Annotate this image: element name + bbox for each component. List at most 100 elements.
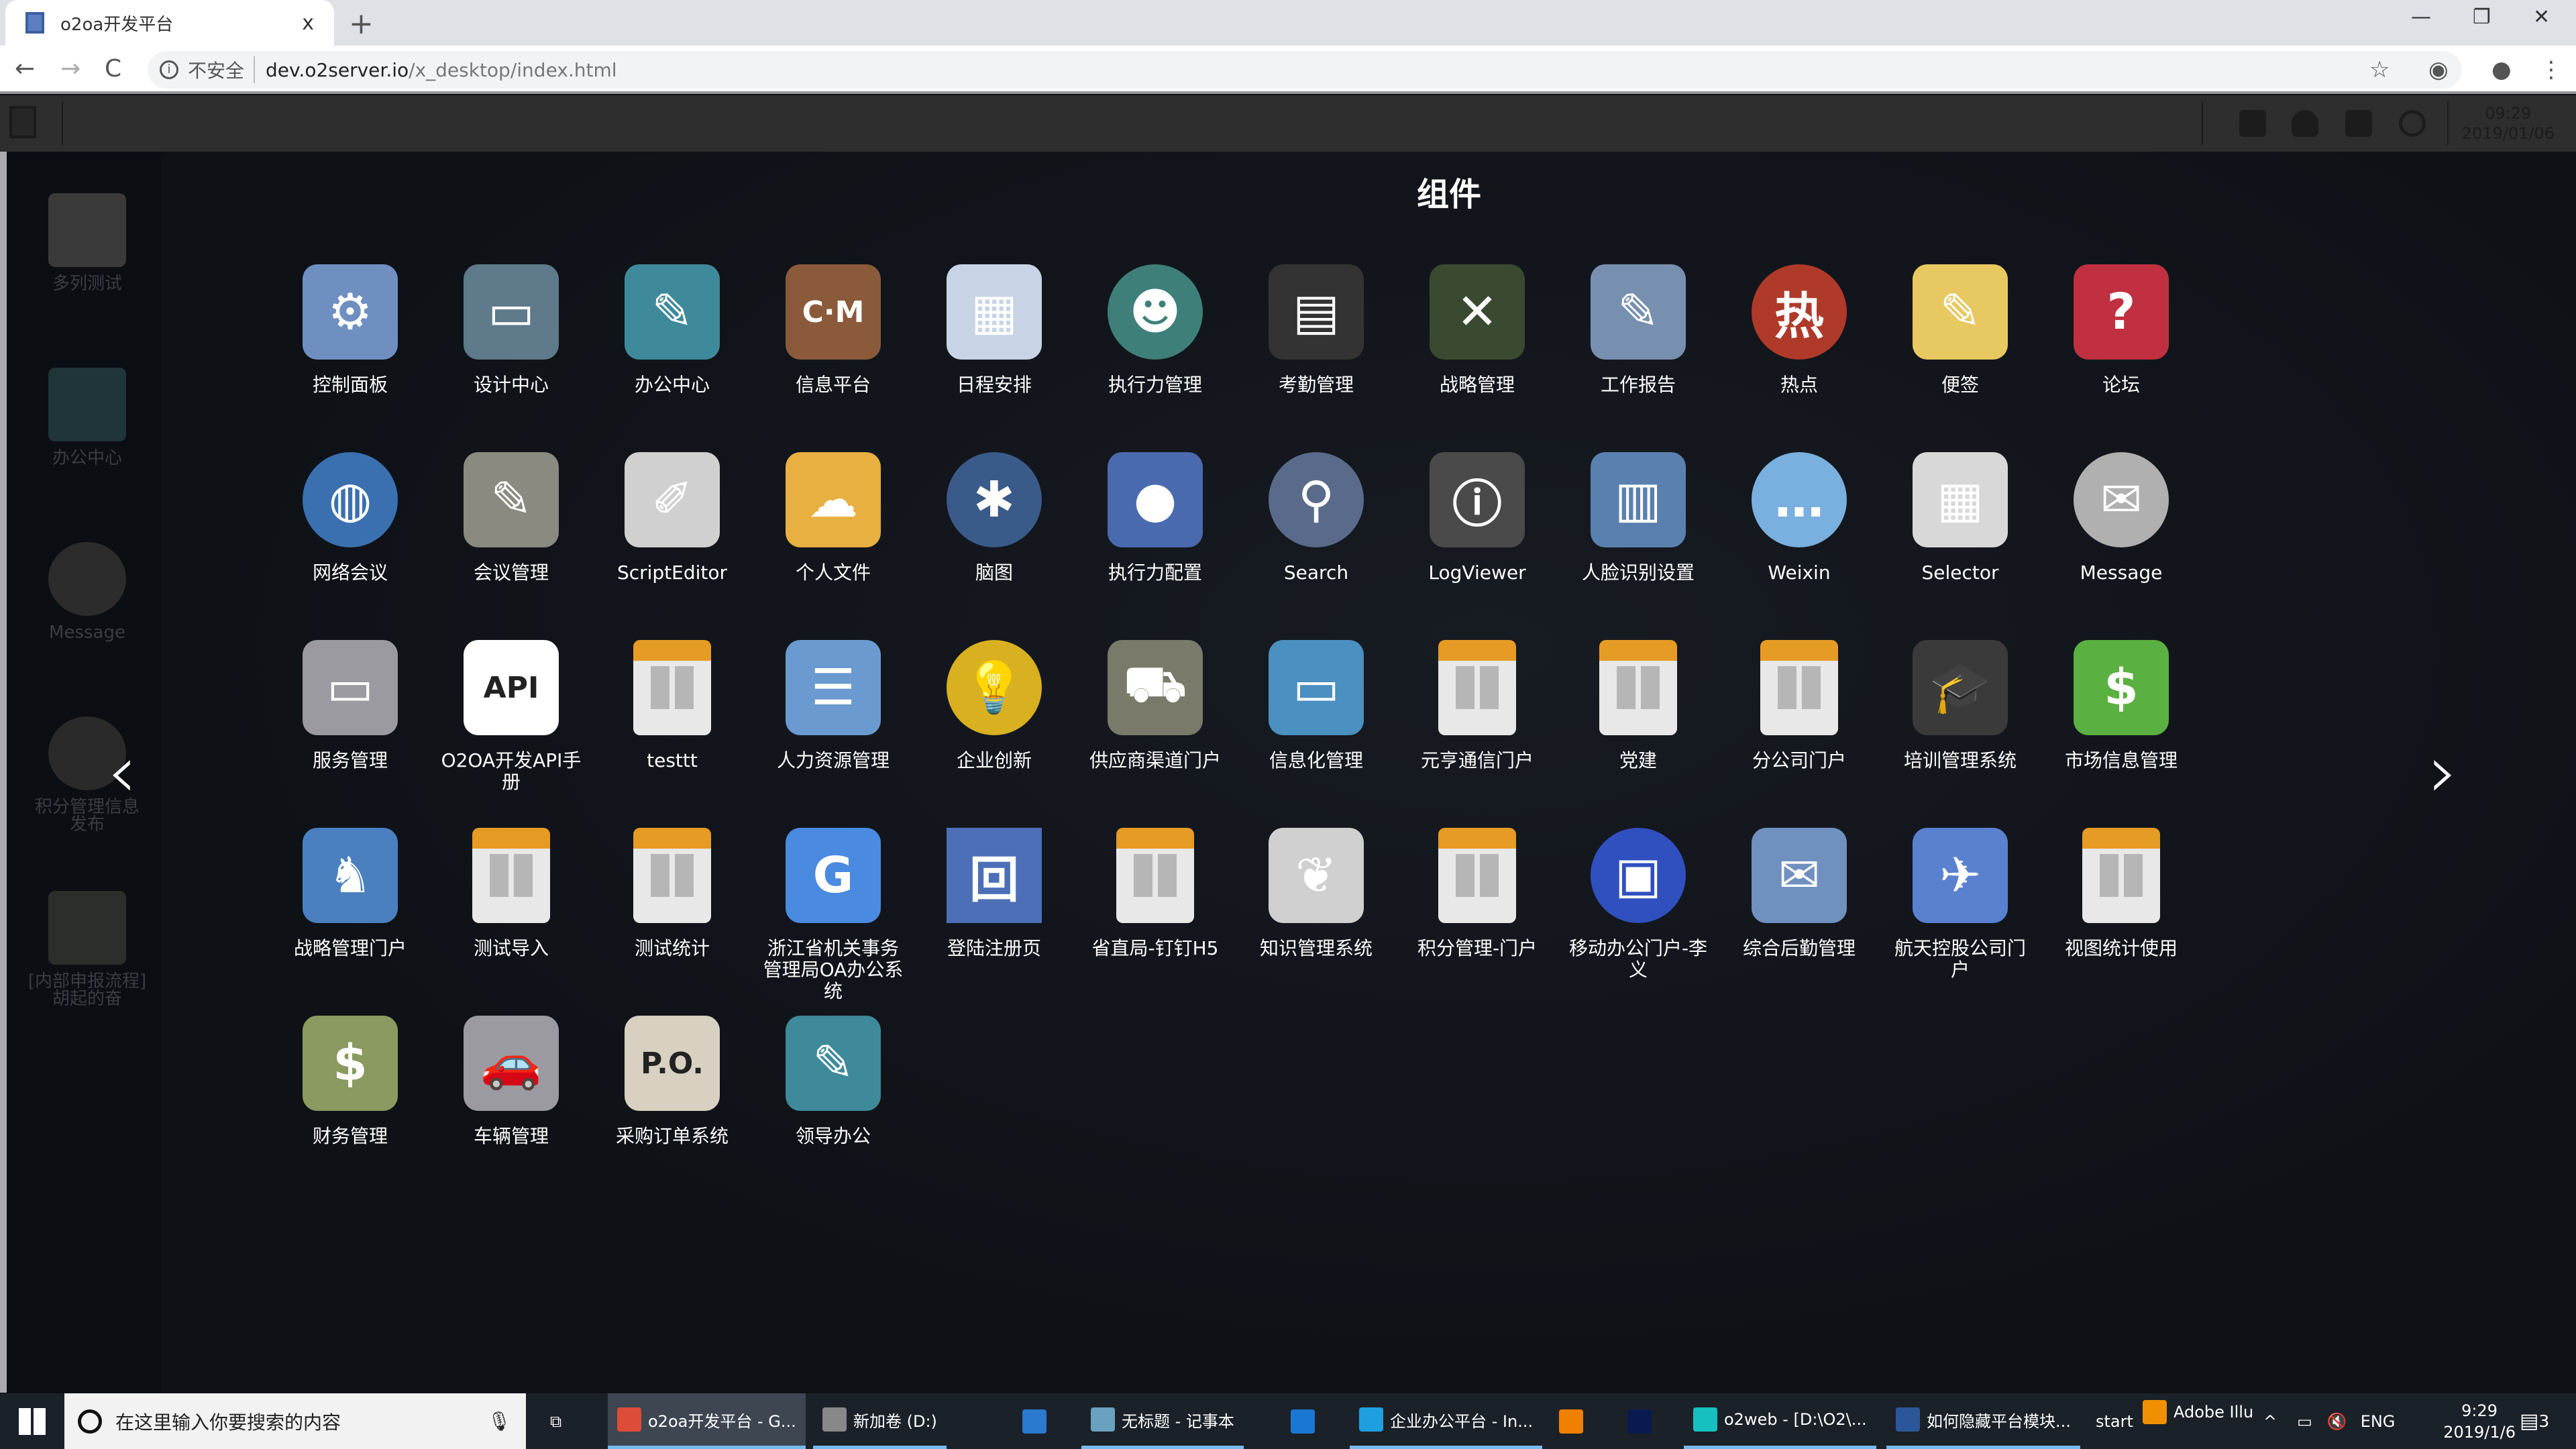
- taskbar-item[interactable]: 企业办公平台 - In...: [1350, 1393, 1543, 1449]
- app-tile[interactable]: ☁ 个人文件: [753, 452, 914, 584]
- app-tile[interactable]: ▤ 考勤管理: [1236, 264, 1397, 396]
- taskbar-item[interactable]: 新加卷 (D:): [813, 1393, 947, 1449]
- app-tile[interactable]: 🚗 车辆管理: [431, 1016, 592, 1147]
- app-tile[interactable]: 💡 企业创新: [914, 640, 1075, 771]
- app-tile[interactable]: 🎓 培训管理系统: [1880, 640, 2041, 771]
- user-icon[interactable]: [2292, 110, 2318, 137]
- extension-icon[interactable]: ◉: [2428, 56, 2449, 83]
- app-tile[interactable]: ✱ 脑图: [914, 452, 1075, 584]
- restore-button[interactable]: ❐: [2473, 5, 2491, 29]
- app-tile[interactable]: ✎ 领导办公: [753, 1016, 914, 1147]
- bookmark-star-icon[interactable]: ☆: [2369, 56, 2390, 83]
- taskbar-clock[interactable]: 9:29 2019/1/6: [2443, 1400, 2516, 1443]
- app-tile[interactable]: 回登陆注册页: [914, 828, 1075, 959]
- app-tile[interactable]: ● 执行力配置: [1075, 452, 1236, 584]
- app-tile[interactable]: ✎ 办公中心: [592, 264, 753, 396]
- language-indicator[interactable]: ENG: [2361, 1412, 2396, 1431]
- app-tile[interactable]: ☻ 执行力管理: [1075, 264, 1236, 396]
- notification-center-icon[interactable]: ▤ 3: [2520, 1393, 2549, 1449]
- taskbar-item[interactable]: [1550, 1393, 1599, 1449]
- url-bar[interactable]: i 不安全 dev.o2server.io/x_desktop/index.ht…: [148, 51, 2462, 89]
- app-tile[interactable]: … Weixin: [1719, 452, 1880, 584]
- app-tile[interactable]: P.O. 采购订单系统: [592, 1016, 753, 1147]
- power-icon[interactable]: [2399, 110, 2426, 137]
- app-tile[interactable]: 党建: [1558, 640, 1719, 771]
- app-tile[interactable]: ⛟ 供应商渠道门户: [1075, 640, 1236, 771]
- app-tile[interactable]: ✎ 会议管理: [431, 452, 592, 584]
- app-tile[interactable]: 视图统计使用: [2041, 828, 2202, 959]
- chat-icon[interactable]: [2239, 110, 2266, 137]
- app-tile[interactable]: ? 论坛: [2041, 264, 2202, 396]
- app-tile[interactable]: ▦ 日程安排: [914, 264, 1075, 396]
- app-tile[interactable]: 测试统计: [592, 828, 753, 959]
- tray-overflow-icon[interactable]: ^: [2263, 1412, 2277, 1431]
- sidebar-item[interactable]: [内部申报流程]胡起的奋: [27, 891, 148, 1008]
- reload-button[interactable]: C: [105, 55, 121, 83]
- prev-page-arrow[interactable]: ‹: [107, 729, 137, 814]
- microphone-icon[interactable]: 🎙: [487, 1410, 511, 1432]
- forward-button[interactable]: →: [60, 55, 80, 83]
- info-icon[interactable]: i: [160, 60, 178, 79]
- app-tile[interactable]: $ 市场信息管理: [2041, 640, 2202, 771]
- volume-muted-icon[interactable]: 🔇: [2327, 1412, 2347, 1431]
- app-tile[interactable]: 分公司门户: [1719, 640, 1880, 771]
- taskbar-item[interactable]: o2oa开发平台 - G...: [608, 1393, 806, 1449]
- app-tile[interactable]: ✕ 战略管理: [1397, 264, 1558, 396]
- taskbar-item[interactable]: [1013, 1393, 1063, 1449]
- minimize-button[interactable]: —: [2411, 5, 2431, 29]
- app-tile[interactable]: API O2OA开发API手册: [431, 640, 592, 793]
- skin-icon[interactable]: [2345, 110, 2372, 137]
- page-title: 组件: [1416, 176, 1481, 213]
- app-tile[interactable]: ▭ 设计中心: [431, 264, 592, 396]
- app-tile[interactable]: testtt: [592, 640, 753, 771]
- app-tile[interactable]: 积分管理-门户: [1397, 828, 1558, 959]
- app-tile[interactable]: ▣ 移动办公门户-李义: [1558, 828, 1719, 981]
- tab-close-icon[interactable]: x: [302, 11, 314, 35]
- app-tile[interactable]: ♞ 战略管理门户: [270, 828, 431, 959]
- windows-start-icon[interactable]: [19, 1408, 46, 1435]
- app-tile[interactable]: 测试导入: [431, 828, 592, 959]
- app-tile[interactable]: ✉ Message: [2041, 452, 2202, 584]
- app-tile[interactable]: ⓘ LogViewer: [1397, 452, 1558, 584]
- browser-menu-icon[interactable]: ⋮: [2540, 56, 2563, 83]
- taskbar-item[interactable]: 无标题 - 记事本: [1081, 1393, 1244, 1449]
- app-tile[interactable]: ☰ 人力资源管理: [753, 640, 914, 771]
- app-tile[interactable]: ✎ 工作报告: [1558, 264, 1719, 396]
- app-tile[interactable]: ✉ 综合后勤管理: [1719, 828, 1880, 959]
- task-view-icon[interactable]: ⧉: [541, 1393, 571, 1449]
- app-tile[interactable]: ✈ 航天控股公司门户: [1880, 828, 2041, 981]
- app-tile[interactable]: $ 财务管理: [270, 1016, 431, 1147]
- app-tile[interactable]: ▭ 服务管理: [270, 640, 431, 771]
- browser-tab[interactable]: o2oa开发平台 x: [5, 0, 334, 46]
- app-tile[interactable]: 省直局-钉钉H5: [1075, 828, 1236, 959]
- taskbar-item[interactable]: 如何隐藏平台模块...: [1886, 1393, 2080, 1449]
- close-window-button[interactable]: ✕: [2533, 5, 2550, 29]
- app-tile[interactable]: ✎ 便签: [1880, 264, 2041, 396]
- app-tile[interactable]: G 浙江省机关事务管理局OA办公系统: [753, 828, 914, 1002]
- taskbar-item[interactable]: [1281, 1393, 1331, 1449]
- taskbar-item[interactable]: [1618, 1393, 1668, 1449]
- app-tile[interactable]: ▦ Selector: [1880, 452, 2041, 584]
- taskbar-search[interactable]: 在这里输入你要搜索的内容 🎙: [64, 1393, 526, 1449]
- new-tab-button[interactable]: +: [349, 7, 374, 41]
- app-tile[interactable]: 元亨通信门户: [1397, 640, 1558, 771]
- next-page-arrow[interactable]: ›: [2428, 729, 2458, 814]
- app-tile[interactable]: ▥ 人脸识别设置: [1558, 452, 1719, 584]
- app-tile[interactable]: 热热点: [1719, 264, 1880, 396]
- battery-icon[interactable]: ▭: [2297, 1412, 2312, 1431]
- taskbar-item[interactable]: Adobe Illu: [2133, 1384, 2263, 1440]
- app-tile[interactable]: C·M 信息平台: [753, 264, 914, 396]
- app-tile[interactable]: ✐ ScriptEditor: [592, 452, 753, 584]
- app-tile[interactable]: ⚲ Search: [1236, 452, 1397, 584]
- sidebar-item[interactable]: 办公中心: [27, 368, 148, 467]
- app-tile[interactable]: ❦ 知识管理系统: [1236, 828, 1397, 959]
- back-button[interactable]: ←: [15, 55, 35, 83]
- sidebar-item[interactable]: Message: [27, 542, 148, 641]
- o2-logo-icon[interactable]: [9, 106, 36, 138]
- profile-icon[interactable]: ●: [2491, 56, 2512, 83]
- taskbar-item[interactable]: o2web - [D:\O2\...: [1684, 1393, 1876, 1449]
- app-tile[interactable]: ▭ 信息化管理: [1236, 640, 1397, 771]
- sidebar-item[interactable]: 多列测试: [27, 193, 148, 292]
- app-tile[interactable]: ⚙ 控制面板: [270, 264, 431, 396]
- app-tile[interactable]: ◍ 网络会议: [270, 452, 431, 584]
